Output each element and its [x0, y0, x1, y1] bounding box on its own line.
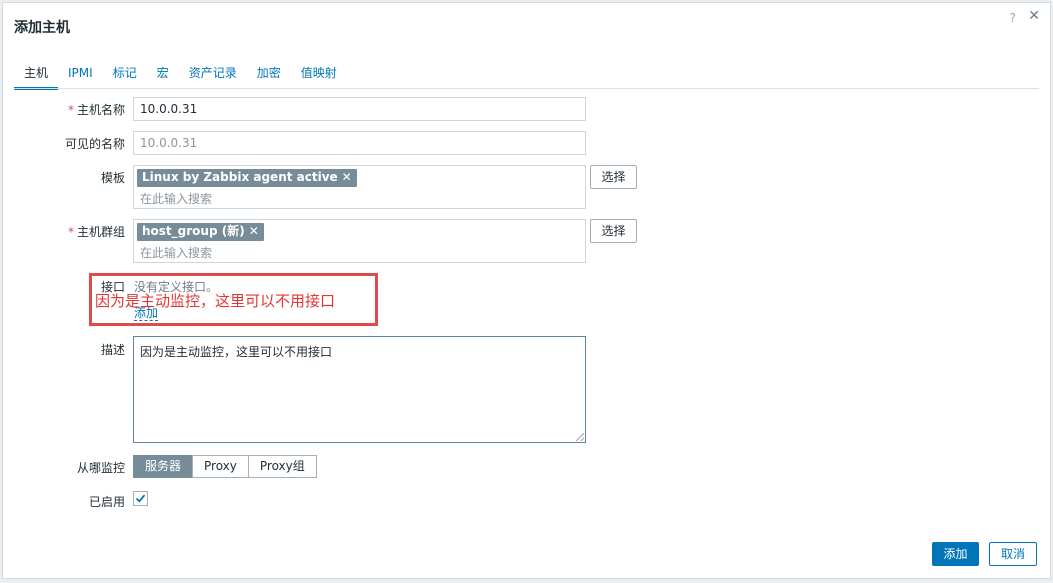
help-icon[interactable]: ? — [1010, 11, 1016, 25]
tab-ipmi[interactable]: IPMI — [58, 63, 103, 87]
description-label: 描述 — [100, 343, 125, 357]
monitored-by-proxy[interactable]: Proxy — [192, 455, 249, 478]
tab-value-mapping[interactable]: 值映射 — [291, 63, 347, 87]
templates-multiselect[interactable]: Linux by Zabbix agent active ✕ 在此输入搜索 — [133, 165, 586, 209]
templates-search-input[interactable]: 在此输入搜索 — [137, 190, 582, 207]
host-groups-label: * 主机群组 — [67, 225, 125, 239]
host-name-input[interactable]: 10.0.0.31 — [133, 97, 586, 121]
resize-handle-icon[interactable] — [576, 433, 584, 441]
monitored-by-segmented: 服务器 Proxy Proxy组 — [133, 455, 317, 478]
tab-inventory[interactable]: 资产记录 — [179, 63, 247, 87]
host-groups-multiselect[interactable]: host_group (新) ✕ 在此输入搜索 — [133, 219, 586, 263]
enabled-label: 已启用 — [88, 495, 125, 509]
add-button[interactable]: 添加 — [932, 542, 979, 566]
dialog-title: 添加主机 — [14, 20, 70, 36]
host-name-label: * 主机名称 — [67, 103, 125, 117]
tab-tags[interactable]: 标记 — [103, 63, 147, 87]
templates-label: 模板 — [100, 171, 125, 185]
host-groups-select-button[interactable]: 选择 — [590, 219, 637, 243]
checkmark-icon — [135, 494, 146, 503]
visible-name-label: 可见的名称 — [64, 137, 125, 151]
tab-host[interactable]: 主机 — [14, 63, 59, 90]
visible-name-input[interactable]: 10.0.0.31 — [133, 131, 586, 155]
monitored-by-proxy-group[interactable]: Proxy组 — [247, 455, 317, 478]
cancel-button[interactable]: 取消 — [989, 542, 1037, 566]
remove-tag-icon[interactable]: ✕ — [342, 170, 352, 184]
tabs-divider — [14, 88, 1039, 89]
host-groups-search-input[interactable]: 在此输入搜索 — [137, 244, 582, 261]
template-tag: Linux by Zabbix agent active ✕ — [137, 169, 357, 187]
tab-macros[interactable]: 宏 — [147, 63, 179, 87]
annotation-text: 因为是主动监控，这里可以不用接口 — [95, 292, 336, 310]
required-mark: * — [67, 103, 74, 117]
add-interface-link[interactable]: 添加 — [134, 306, 159, 321]
tab-bar: 主机 IPMI 标记 宏 资产记录 加密 值映射 — [14, 63, 347, 90]
monitored-by-server[interactable]: 服务器 — [133, 455, 194, 478]
description-value: 因为是主动监控，这里可以不用接口 — [140, 345, 333, 359]
monitored-by-label: 从哪监控 — [76, 461, 125, 475]
host-group-tag: host_group (新) ✕ — [137, 223, 264, 241]
close-icon[interactable]: ✕ — [1028, 8, 1040, 24]
enabled-checkbox[interactable] — [133, 491, 148, 506]
description-textarea[interactable]: 因为是主动监控，这里可以不用接口 — [133, 336, 586, 443]
templates-select-button[interactable]: 选择 — [590, 165, 637, 189]
tab-encryption[interactable]: 加密 — [247, 63, 291, 87]
required-mark: * — [67, 225, 74, 239]
remove-tag-icon[interactable]: ✕ — [249, 224, 259, 238]
